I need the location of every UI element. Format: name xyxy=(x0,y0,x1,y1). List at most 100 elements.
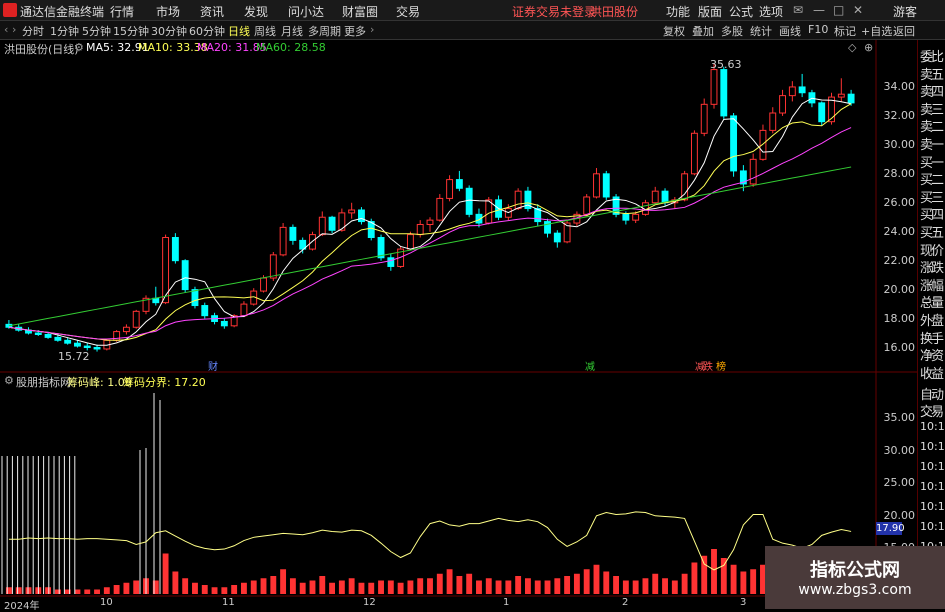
tab-5min[interactable]: 5分钟 xyxy=(82,23,111,39)
side-item[interactable]: 买一 xyxy=(920,152,945,171)
header-stock-name: 洪田股份 xyxy=(590,5,639,19)
menu-item-quotes[interactable]: 行情 xyxy=(110,3,134,20)
side-item[interactable]: 买三 xyxy=(920,187,945,206)
volume-bar xyxy=(720,558,727,594)
volume-bar xyxy=(378,580,384,594)
menu-item-assistant[interactable]: 问小达 xyxy=(288,3,324,20)
forward-arrow-icon[interactable]: › xyxy=(12,23,16,36)
candle xyxy=(93,344,101,352)
settings-gear-icon[interactable]: ⚙ xyxy=(74,41,84,54)
tab-daily[interactable]: 日线 xyxy=(228,23,250,39)
tab-multi-period[interactable]: 多周期 xyxy=(308,23,341,39)
menu-item-discover[interactable]: 发现 xyxy=(244,3,268,20)
event-drop[interactable]: 跌 xyxy=(703,358,713,373)
ma60-line xyxy=(8,166,852,327)
more-chevron-icon[interactable]: › xyxy=(370,23,374,36)
volume-bar xyxy=(25,587,32,594)
menu-item-function[interactable]: 功能 xyxy=(666,3,690,20)
candle-body xyxy=(397,248,405,267)
tab-weekly[interactable]: 周线 xyxy=(254,23,276,39)
volume-bar xyxy=(211,587,218,594)
side-item[interactable]: 总量 xyxy=(920,292,945,311)
tab-60min[interactable]: 60分钟 xyxy=(189,23,225,39)
tool-draw[interactable]: 画线 xyxy=(779,23,801,39)
candle xyxy=(260,275,267,293)
event-reduce-1[interactable]: 减 xyxy=(585,358,595,373)
tool-mark[interactable]: 标记 xyxy=(834,23,856,39)
indicator-gear-icon[interactable]: ⚙ xyxy=(4,374,14,387)
side-item-auto[interactable]: 交易 xyxy=(920,401,945,420)
side-item[interactable]: 卖一 xyxy=(920,134,945,153)
close-icon[interactable]: ✕ xyxy=(853,3,863,17)
tab-1min[interactable]: 1分钟 xyxy=(50,23,79,39)
side-item[interactable]: 卖四 xyxy=(920,81,945,100)
menu-item-news[interactable]: 资讯 xyxy=(200,3,224,20)
tool-multi-stock[interactable]: 多股 xyxy=(721,23,743,39)
candle xyxy=(397,246,405,268)
tool-back[interactable]: 返回 xyxy=(893,23,915,39)
candle-body xyxy=(495,199,502,218)
tool-stats[interactable]: 统计 xyxy=(750,23,772,39)
candle-body xyxy=(534,208,542,223)
candle xyxy=(779,89,786,116)
price-tick: 22.00 xyxy=(883,253,916,267)
side-item[interactable]: 买四 xyxy=(920,204,945,223)
side-item[interactable]: 收益 xyxy=(920,363,945,382)
tab-more[interactable]: 更多 xyxy=(344,23,366,39)
side-item[interactable]: 买五 xyxy=(920,222,945,241)
tab-monthly[interactable]: 月线 xyxy=(281,23,303,39)
tab-30min[interactable]: 30分钟 xyxy=(151,23,187,39)
mail-icon[interactable]: ✉ xyxy=(793,3,803,17)
tab-15min[interactable]: 15分钟 xyxy=(113,23,149,39)
candle-body xyxy=(309,234,316,250)
tick-time: 10:13 xyxy=(920,480,945,493)
kline-chart[interactable] xyxy=(0,0,945,609)
side-item[interactable]: 卖二 xyxy=(920,116,945,135)
zoom-icon[interactable]: ⊕ xyxy=(864,41,873,54)
diamond-icon[interactable]: ◇ xyxy=(848,41,856,54)
menu-item-layout[interactable]: 版面 xyxy=(698,3,722,20)
candle-body xyxy=(162,237,170,304)
maximize-icon[interactable]: □ xyxy=(833,3,844,17)
menu-item-formula[interactable]: 公式 xyxy=(729,3,753,20)
tool-overlay[interactable]: 叠加 xyxy=(692,23,714,39)
volume-bar xyxy=(15,587,22,594)
menu-item-options[interactable]: 选项 xyxy=(759,3,783,20)
tool-adjust[interactable]: 复权 xyxy=(663,23,685,39)
side-item[interactable]: 卖三 xyxy=(920,99,945,118)
candle-body xyxy=(220,320,228,327)
volume-bar xyxy=(397,582,404,594)
user-label[interactable]: 游客 xyxy=(893,3,917,20)
candle-body xyxy=(779,95,786,114)
candle xyxy=(406,231,414,251)
side-item[interactable]: 换手 xyxy=(920,328,945,347)
side-item[interactable]: 净资 xyxy=(920,345,945,364)
volume-bar xyxy=(94,589,100,594)
volume-bar xyxy=(564,576,571,594)
side-item[interactable]: 卖五 xyxy=(920,64,945,83)
volume-bar xyxy=(524,578,531,594)
menu-item-market[interactable]: 市场 xyxy=(156,3,180,20)
candle xyxy=(142,295,150,315)
side-item[interactable]: 委比 xyxy=(920,46,945,65)
volume-bar xyxy=(348,578,355,594)
side-item[interactable]: 现价 xyxy=(920,240,945,259)
price-tick: 32.00 xyxy=(883,108,916,122)
side-item[interactable]: 买二 xyxy=(920,169,945,188)
volume-bar xyxy=(740,571,747,594)
menu-item-trade[interactable]: 交易 xyxy=(396,3,420,20)
date-label-oct: 10 xyxy=(100,597,113,608)
tab-timeshare[interactable]: 分时 xyxy=(22,23,44,39)
minimize-icon[interactable]: — xyxy=(813,3,825,17)
side-item[interactable]: 涨幅 xyxy=(920,275,945,294)
event-finance[interactable]: 财 xyxy=(208,358,218,373)
login-warning[interactable]: 证券交易未登录 xyxy=(512,3,596,20)
tool-f10[interactable]: F10 xyxy=(808,23,828,36)
side-item[interactable]: 外盘 xyxy=(920,310,945,329)
back-arrow-icon[interactable]: ‹ xyxy=(4,23,8,36)
side-item[interactable]: 涨跌 xyxy=(920,257,945,276)
event-rank[interactable]: 榜 xyxy=(716,358,726,373)
candle-body xyxy=(524,190,532,210)
tool-add-watch[interactable]: +自选 xyxy=(861,23,892,39)
menu-item-wealth[interactable]: 财富圈 xyxy=(342,3,378,20)
